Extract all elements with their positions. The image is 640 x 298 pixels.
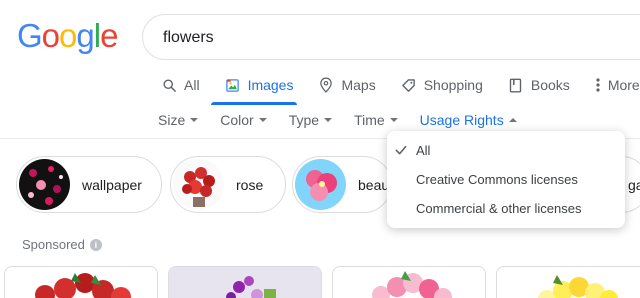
tab-shopping[interactable]: Shopping (400, 70, 483, 100)
chip-label: beau (358, 176, 390, 193)
tab-label: Shopping (423, 77, 483, 93)
menu-item-commercial[interactable]: Commercial & other licenses (387, 195, 625, 221)
tab-label: More (607, 77, 640, 93)
chip-thumbnail (173, 159, 224, 210)
tag-icon (400, 76, 418, 94)
filter-label: Usage Rights (419, 112, 504, 128)
filter-label: Type (288, 112, 320, 128)
check-icon (395, 145, 407, 155)
caret-up-icon (508, 118, 517, 122)
menu-item-creative-commons[interactable]: Creative Commons licenses (387, 166, 625, 192)
menu-item-all[interactable]: All (387, 137, 625, 163)
chip-beautiful[interactable]: beau (292, 156, 392, 213)
caret-down-icon (258, 118, 267, 122)
image-filters: Size Color Type Time Usage Rights (158, 110, 539, 130)
chip-rose[interactable]: rose (170, 156, 286, 213)
active-tab-indicator (211, 102, 297, 105)
logo-letter: e (100, 17, 118, 54)
info-icon[interactable]: i (89, 238, 102, 251)
search-tabs: All Images Maps Shopping Books More (160, 70, 640, 106)
tab-label: Maps (341, 77, 376, 93)
filter-label: Color (220, 112, 254, 128)
product-image (372, 271, 452, 298)
product-image (538, 275, 618, 298)
tab-maps[interactable]: Maps (317, 70, 376, 100)
filter-label: Size (158, 112, 186, 128)
tab-label: Books (530, 77, 570, 93)
menu-item-label: All (416, 142, 431, 158)
menu-item-label: Creative Commons licenses (416, 171, 578, 187)
logo-letter: o (41, 17, 60, 54)
tab-label: Images (247, 77, 294, 93)
logo-letter: G (17, 17, 43, 54)
tab-books[interactable]: Books (507, 70, 570, 100)
book-icon (507, 76, 525, 94)
menu-item-label: Commercial & other licenses (416, 200, 582, 216)
sponsored-label: Sponsored i (22, 237, 102, 252)
caret-down-icon (190, 118, 199, 122)
caret-down-icon (389, 118, 398, 122)
tab-images[interactable]: Images (224, 70, 294, 100)
sponsored-text: Sponsored (22, 237, 85, 252)
caret-down-icon (324, 118, 333, 122)
product-image (35, 273, 131, 298)
product-card[interactable] (332, 266, 486, 298)
search-icon (160, 76, 178, 94)
filter-size[interactable]: Size (158, 110, 199, 130)
chip-label: wallpaper (82, 176, 142, 193)
search-box[interactable] (142, 14, 640, 60)
google-logo[interactable]: Google (17, 17, 118, 55)
tab-more[interactable]: More (594, 70, 640, 100)
filter-label: Time (354, 112, 385, 128)
filter-usage-rights[interactable]: Usage Rights (420, 110, 517, 130)
map-pin-icon (317, 76, 335, 94)
more-vert-icon (594, 76, 602, 94)
filter-time[interactable]: Time (354, 110, 398, 130)
chip-thumbnail (19, 159, 70, 210)
chip-wallpaper[interactable]: wallpaper (16, 156, 162, 213)
chip-label: rose (236, 176, 264, 193)
tab-all[interactable]: All (160, 70, 200, 100)
product-card[interactable] (168, 266, 322, 298)
filter-color[interactable]: Color (220, 110, 267, 130)
chip-label: ga (628, 176, 640, 193)
filter-type[interactable]: Type (288, 110, 333, 130)
tab-label: All (184, 77, 200, 93)
product-card[interactable] (4, 266, 158, 298)
logo-letter: g (76, 17, 94, 54)
product-image (169, 267, 321, 298)
chip-thumbnail (295, 159, 346, 210)
logo-letter: o (59, 17, 77, 54)
search-input[interactable] (163, 26, 623, 50)
usage-rights-menu: All Creative Commons licenses Commercial… (387, 131, 625, 228)
product-card[interactable] (496, 266, 640, 298)
image-icon (224, 76, 242, 94)
